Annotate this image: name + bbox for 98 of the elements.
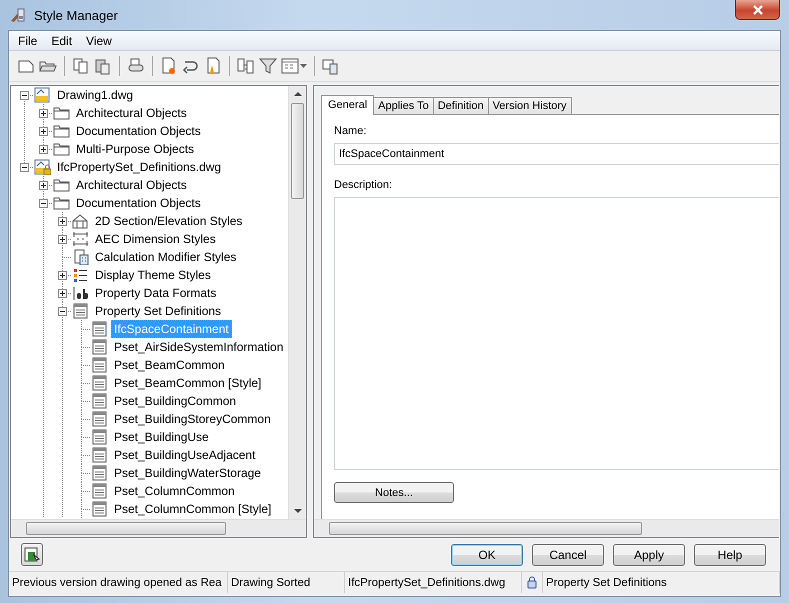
document-list-icon xyxy=(91,357,108,373)
tree-item[interactable]: Pset_BuildingStoreyCommon xyxy=(111,410,274,428)
expand-toggle[interactable] xyxy=(39,127,48,136)
dialog-button[interactable]: Apply xyxy=(613,544,685,566)
tree-item[interactable]: Documentation Objects xyxy=(73,194,204,212)
list-icon xyxy=(72,267,89,283)
dialog-button[interactable]: Help xyxy=(694,544,766,566)
drawing-preview-button[interactable] xyxy=(21,543,43,566)
status-text: Previous version drawing opened as Rea xyxy=(9,572,228,593)
document-list-icon xyxy=(91,483,108,499)
folder-icon xyxy=(53,195,70,211)
horizontal-scrollbar[interactable] xyxy=(11,519,306,537)
new-style-icon[interactable] xyxy=(160,57,178,75)
format-icon xyxy=(72,285,89,301)
status-text: IfcPropertySet_Definitions.dwg xyxy=(345,572,522,593)
document-list-icon xyxy=(91,501,108,517)
vertical-scrollbar[interactable] xyxy=(288,86,306,519)
app-icon xyxy=(10,7,26,23)
grid-view-icon[interactable] xyxy=(281,57,299,75)
tree-item[interactable]: 2D Section/Elevation Styles xyxy=(92,212,246,230)
dimension-icon xyxy=(72,231,89,247)
menu-item[interactable]: File xyxy=(11,34,44,48)
tab[interactable]: Applies To xyxy=(373,97,434,114)
expand-toggle[interactable] xyxy=(20,163,29,172)
status-text: Drawing Sorted xyxy=(228,572,345,593)
tree-item[interactable]: Pset_ColumnCommon [Style] xyxy=(111,500,274,518)
tab[interactable]: General xyxy=(321,95,374,115)
expand-toggle[interactable] xyxy=(39,199,48,208)
copy-icon[interactable] xyxy=(72,57,90,75)
window-title: Style Manager xyxy=(34,8,118,22)
document-list-icon xyxy=(91,393,108,409)
tab[interactable]: Definition xyxy=(432,97,489,114)
tree-item[interactable]: IfcPropertySet_Definitions.dwg xyxy=(54,158,224,176)
name-label: Name: xyxy=(334,125,366,137)
house-icon xyxy=(72,213,89,229)
expand-toggle[interactable] xyxy=(20,91,29,100)
dialog-button[interactable]: Cancel xyxy=(532,544,604,566)
notes-button[interactable]: Notes... xyxy=(334,482,454,503)
tree-item[interactable]: Property Data Formats xyxy=(92,284,220,302)
scrollbar-thumb[interactable] xyxy=(291,103,304,199)
document-list-icon xyxy=(91,429,108,445)
menu-item[interactable]: View xyxy=(79,34,119,48)
dropdown-caret-icon[interactable] xyxy=(300,64,307,68)
locked-drawing-icon xyxy=(34,159,51,175)
description-label: Description: xyxy=(334,179,392,191)
menu-item[interactable]: Edit xyxy=(44,34,80,48)
name-field[interactable]: IfcSpaceContainment xyxy=(334,143,779,165)
document-list-icon xyxy=(91,321,108,337)
document-list-icon xyxy=(91,465,108,481)
compare-icon[interactable] xyxy=(237,57,255,75)
horizontal-scrollbar[interactable] xyxy=(314,519,779,537)
tree-item[interactable]: Pset_AirSideSystemInformation xyxy=(111,338,286,356)
window-swap-icon[interactable] xyxy=(322,57,340,75)
tab[interactable]: Version History xyxy=(488,97,572,114)
tree-item[interactable]: Display Theme Styles xyxy=(92,266,214,284)
tree-item[interactable]: Architectural Objects xyxy=(73,104,190,122)
tree-item[interactable]: Pset_BuildingWaterStorage xyxy=(111,464,264,482)
close-button[interactable] xyxy=(735,0,780,20)
expand-toggle[interactable] xyxy=(58,217,67,226)
tree-item[interactable]: Pset_BuildingCommon xyxy=(111,392,240,410)
document-list-icon xyxy=(91,447,108,463)
expand-toggle[interactable] xyxy=(39,109,48,118)
scrollbar-thumb[interactable] xyxy=(26,522,226,535)
tree-item[interactable]: Pset_BeamCommon [Style] xyxy=(111,374,264,392)
close-icon[interactable] xyxy=(752,4,764,14)
tree-item[interactable]: Architectural Objects xyxy=(73,176,190,194)
lock-icon xyxy=(527,576,537,589)
tree-item[interactable]: Documentation Objects xyxy=(73,122,204,140)
dialog-button[interactable]: OK xyxy=(451,544,523,566)
folder-icon xyxy=(53,123,70,139)
document-list-icon xyxy=(91,375,108,391)
tree-item[interactable]: Pset_ColumnCommon xyxy=(111,482,238,500)
folder-icon xyxy=(53,105,70,121)
folder-icon xyxy=(53,141,70,157)
document-list-icon xyxy=(91,411,108,427)
calculator-icon xyxy=(72,249,89,265)
expand-toggle[interactable] xyxy=(58,235,67,244)
expand-toggle[interactable] xyxy=(58,289,67,298)
tree-item[interactable]: Pset_BuildingUseAdjacent xyxy=(111,446,258,464)
document-list-icon xyxy=(91,339,108,355)
status-text: Property Set Definitions xyxy=(543,572,780,593)
tree-item[interactable]: Property Set Definitions xyxy=(92,302,224,320)
tree-item[interactable]: AEC Dimension Styles xyxy=(92,230,219,248)
expand-toggle[interactable] xyxy=(58,271,67,280)
tree-item[interactable]: Pset_BeamCommon xyxy=(111,356,228,374)
folder-icon xyxy=(53,177,70,193)
document-list-icon xyxy=(72,303,89,319)
filter-icon[interactable] xyxy=(259,57,277,75)
tree-item[interactable]: Drawing1.dwg xyxy=(54,86,136,104)
paste-icon[interactable] xyxy=(94,57,112,75)
tree-item[interactable]: Multi-Purpose Objects xyxy=(73,140,198,158)
description-field[interactable] xyxy=(334,197,779,470)
scrollbar-thumb[interactable] xyxy=(329,522,642,535)
expand-toggle[interactable] xyxy=(39,181,48,190)
tree-item[interactable]: Calculation Modifier Styles xyxy=(92,248,240,266)
expand-toggle[interactable] xyxy=(58,307,67,316)
tree-item[interactable]: Pset_BuildingUse xyxy=(111,428,212,446)
expand-toggle[interactable] xyxy=(39,145,48,154)
